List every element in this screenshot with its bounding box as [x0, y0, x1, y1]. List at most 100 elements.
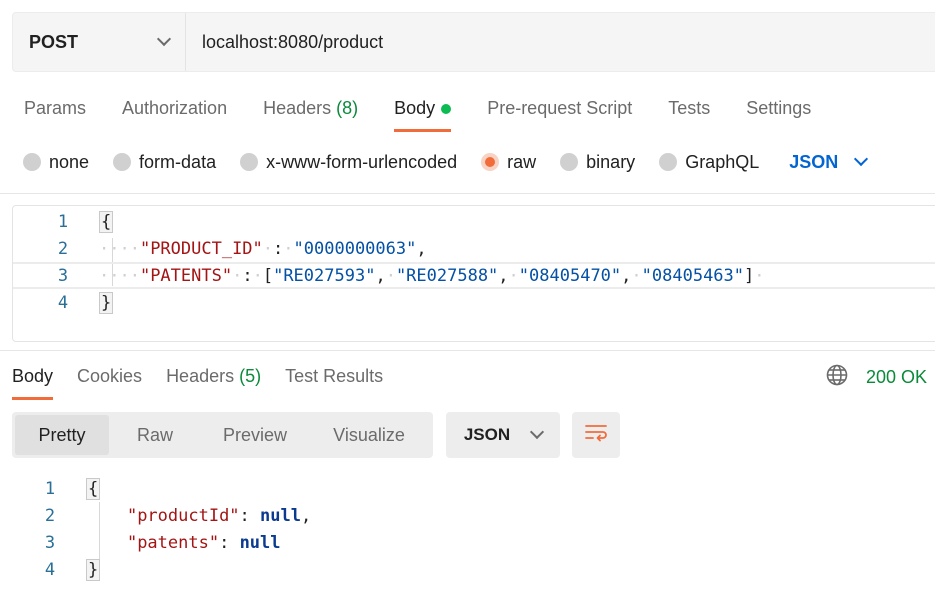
json-string: "08405463": [641, 265, 745, 286]
tab-label: Authorization: [122, 98, 228, 118]
line-number: 4: [57, 292, 69, 313]
json-colon: :: [242, 265, 253, 286]
response-format-label: JSON: [463, 425, 511, 444]
line-number: 4: [44, 559, 56, 580]
tab-headers[interactable]: Headers (8): [263, 92, 358, 132]
code-line: 1 {: [0, 475, 935, 502]
json-string: "08405470": [518, 265, 622, 286]
json-comma: ,: [416, 238, 427, 259]
request-url-bar: POST localhost:8080/product: [12, 12, 935, 72]
view-visualize-button[interactable]: Visualize: [309, 415, 429, 455]
code-line: 2 ····"PRODUCT_ID"·:·"0000000063",: [13, 235, 935, 262]
body-indicator-dot: [441, 104, 452, 115]
code-text: "productId": null,: [126, 505, 312, 526]
tab-label: Headers: [166, 366, 235, 386]
tab-label: Pre-request Script: [487, 98, 633, 118]
json-key: "patents": [126, 532, 220, 553]
code-line: 4 }: [13, 289, 935, 316]
tab-params[interactable]: Params: [24, 92, 86, 132]
line-number: 1: [57, 211, 69, 232]
radio-circle: [659, 153, 678, 171]
view-preview-button[interactable]: Preview: [201, 415, 309, 455]
tab-tests[interactable]: Tests: [668, 92, 710, 132]
response-status: 200 OK: [826, 364, 927, 391]
tab-label: Tests: [668, 98, 711, 118]
tab-authorization[interactable]: Authorization: [122, 92, 227, 132]
json-colon: :: [273, 238, 284, 259]
status-code[interactable]: 200 OK: [866, 367, 927, 388]
radio-circle-selected: [481, 153, 500, 171]
tab-response-headers[interactable]: Headers (5): [166, 358, 261, 400]
url-input[interactable]: localhost:8080/product: [186, 32, 383, 53]
tab-label: Body: [394, 98, 436, 118]
body-type-options: none form-data x-www-form-urlencoded raw…: [23, 148, 869, 176]
radio-raw[interactable]: raw: [481, 152, 536, 173]
json-string: "RE027588": [395, 265, 499, 286]
tab-label: Test Results: [285, 366, 384, 386]
divider: [0, 193, 935, 194]
chevron-down-icon: [854, 151, 869, 167]
radio-none[interactable]: none: [23, 152, 89, 173]
line-number: 3: [44, 532, 56, 553]
chevron-down-icon: [156, 31, 172, 47]
line-number: 3: [57, 265, 69, 286]
radio-form-data[interactable]: form-data: [113, 152, 216, 173]
code-text: ····"PATENTS"·:·["RE027593",·"RE027588",…: [99, 265, 765, 286]
open-brace: {: [99, 210, 114, 233]
tab-label: Headers: [263, 98, 332, 118]
response-tabs: Body Cookies Headers (5) Test Results: [12, 358, 407, 400]
tab-body[interactable]: Body: [394, 92, 452, 132]
json-null: null: [239, 532, 281, 553]
tab-settings[interactable]: Settings: [746, 92, 811, 132]
request-tabs: Params Authorization Headers (8) Body Pr…: [24, 92, 847, 132]
body-format-label: JSON: [789, 151, 839, 172]
view-raw-button[interactable]: Raw: [109, 415, 201, 455]
radio-graphql[interactable]: GraphQL: [659, 152, 759, 173]
json-string: "RE027593": [273, 265, 376, 286]
tab-test-results[interactable]: Test Results: [285, 358, 383, 400]
tab-response-body[interactable]: Body: [12, 358, 54, 400]
close-brace: }: [99, 291, 114, 314]
code-text: ····"PRODUCT_ID"·:·"0000000063",: [99, 238, 427, 259]
json-null: null: [260, 505, 301, 526]
wrap-lines-button[interactable]: [572, 412, 620, 458]
json-string: "0000000063": [293, 238, 417, 259]
radio-label: form-data: [139, 151, 217, 172]
globe-icon[interactable]: [826, 364, 848, 391]
code-line-current: 3 ····"PATENTS"·:·["RE027593",·"RE027588…: [13, 262, 935, 289]
radio-x-www-form-urlencoded[interactable]: x-www-form-urlencoded: [240, 152, 457, 173]
view-mode-toggle: Pretty Raw Preview Visualize: [12, 412, 433, 458]
tab-label: Body: [12, 366, 54, 386]
open-brace: {: [86, 477, 101, 500]
json-bracket: [: [262, 265, 274, 286]
divider: [0, 350, 935, 351]
code-text: "patents": null: [126, 532, 281, 553]
wrap-lines-icon: [584, 423, 608, 448]
response-body-viewer: 1 { 2 "productId": null, 3 "patents": nu…: [0, 475, 935, 590]
body-format-select[interactable]: JSON: [789, 151, 869, 173]
code-line: 3 "patents": null: [0, 529, 935, 556]
close-brace: }: [86, 558, 101, 581]
request-body-editor[interactable]: 1 { 2 ····"PRODUCT_ID"·:·"0000000063", 3…: [12, 205, 935, 342]
method-select[interactable]: POST: [13, 13, 186, 71]
tab-label: Cookies: [77, 366, 143, 386]
radio-label: raw: [507, 151, 537, 172]
tab-cookies[interactable]: Cookies: [77, 358, 142, 400]
json-key: "productId": [126, 505, 240, 526]
json-key: "PATENTS": [139, 265, 233, 286]
response-format-select[interactable]: JSON: [446, 412, 560, 458]
json-key: "PRODUCT_ID": [139, 238, 263, 259]
radio-label: GraphQL: [685, 151, 760, 172]
radio-circle: [23, 153, 41, 171]
code-text: {: [99, 210, 114, 233]
tab-pre-request-script[interactable]: Pre-request Script: [487, 92, 632, 132]
line-number: 2: [44, 505, 56, 526]
view-pretty-button[interactable]: Pretty: [15, 415, 109, 455]
code-text: }: [86, 558, 101, 581]
radio-circle: [240, 153, 259, 171]
radio-label: x-www-form-urlencoded: [266, 151, 458, 172]
radio-binary[interactable]: binary: [560, 152, 635, 173]
line-number: 1: [44, 478, 56, 499]
headers-count: (5): [239, 366, 262, 386]
radio-circle: [113, 153, 132, 171]
